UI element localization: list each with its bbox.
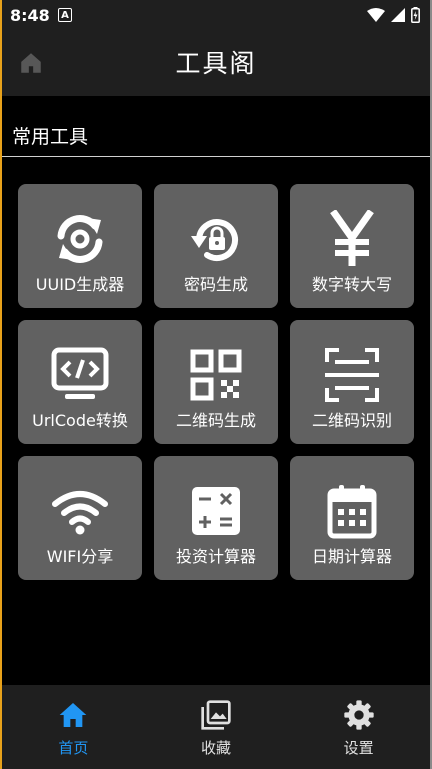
cell-signal-icon: [391, 8, 405, 22]
status-time: 8:48: [10, 6, 50, 25]
tool-tile-password[interactable]: 密码生成: [154, 184, 278, 308]
wifi-icon: [52, 491, 108, 535]
tool-tile-uuid[interactable]: UUID生成器: [18, 184, 142, 308]
gear-icon: [344, 700, 374, 730]
refresh-icon: [57, 215, 103, 263]
home-icon: [59, 703, 87, 727]
tool-label: 二维码生成: [175, 411, 256, 430]
nav-label: 收藏: [201, 739, 232, 757]
app-frame: 8:48 A 工具阁 常用工具 UUID生成器 密码生成 数字转大写 UrlCo…: [0, 0, 432, 769]
tool-label: WIFI分享: [46, 547, 114, 566]
calendar-icon: [327, 485, 377, 539]
tool-tile-wifi-share[interactable]: WIFI分享: [18, 456, 142, 580]
app-bar: 工具阁: [2, 30, 430, 96]
status-bar: 8:48 A: [2, 0, 430, 30]
tool-label: 日期计算器: [311, 547, 392, 566]
tool-label: UUID生成器: [35, 275, 125, 294]
page-title: 工具阁: [175, 49, 257, 78]
scan-icon: [325, 348, 379, 402]
lock-reset-icon: [191, 219, 238, 262]
tool-label: 投资计算器: [175, 547, 256, 566]
nav-item-settings[interactable]: 设置: [287, 685, 430, 769]
nav-item-favorites[interactable]: 收藏: [145, 685, 288, 769]
tool-tile-qr-generate[interactable]: 二维码生成: [154, 320, 278, 444]
code-monitor-icon: [51, 347, 109, 399]
wifi-signal-icon: [367, 8, 385, 22]
tool-tile-qr-scan[interactable]: 二维码识别: [290, 320, 414, 444]
notification-icon: A: [58, 8, 72, 22]
section-label: 常用工具: [12, 126, 89, 148]
left-edge-strip: [0, 0, 2, 769]
yen-icon: [330, 210, 374, 266]
tool-label: 二维码识别: [311, 411, 392, 430]
tool-tile-investment-calculator[interactable]: 投资计算器: [154, 456, 278, 580]
qrcode-icon: [190, 349, 242, 401]
nav-label: 设置: [343, 739, 374, 757]
tool-label: UrlCode转换: [32, 411, 128, 430]
nav-item-home[interactable]: 首页: [2, 685, 145, 769]
section-divider: [2, 156, 430, 157]
bottom-nav: 首页 收藏 设置: [2, 685, 430, 769]
nav-label: 首页: [58, 739, 89, 757]
tool-tile-number-uppercase[interactable]: 数字转大写: [290, 184, 414, 308]
system-icons: [367, 7, 420, 23]
battery-icon: [411, 7, 420, 23]
tool-label: 密码生成: [183, 275, 248, 294]
tool-label: 数字转大写: [311, 275, 392, 294]
tool-tile-urlcode[interactable]: UrlCode转换: [18, 320, 142, 444]
calculator-icon: [192, 487, 240, 535]
tool-grid: UUID生成器 密码生成 数字转大写 UrlCode转换 二维码生成 二维码识别…: [18, 184, 414, 580]
tool-tile-date-calculator[interactable]: 日期计算器: [290, 456, 414, 580]
image-icon: [201, 700, 231, 730]
